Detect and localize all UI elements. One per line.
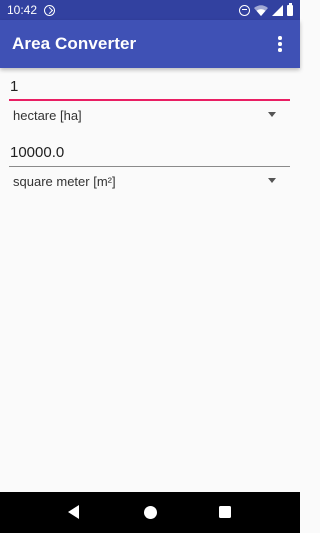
screen: 10:42 Area Converter 1 hectare [ha] 1000…: [0, 0, 300, 533]
from-value-input[interactable]: 1: [9, 77, 290, 101]
back-icon[interactable]: [68, 505, 79, 519]
more-vert-icon: [278, 36, 282, 40]
app-bar: Area Converter: [0, 20, 300, 68]
to-input-underline: [9, 166, 290, 167]
from-input-underline: [9, 99, 290, 101]
dropdown-arrow-icon: [268, 112, 276, 117]
to-unit-label: square meter [m²]: [13, 173, 116, 189]
dropdown-arrow-icon: [268, 178, 276, 183]
wifi-icon: [254, 4, 268, 16]
from-unit-spinner[interactable]: hectare [ha]: [9, 102, 290, 128]
recents-icon[interactable]: [219, 506, 231, 518]
navigation-bar: [0, 492, 300, 533]
signal-icon: [272, 4, 283, 16]
to-unit-spinner[interactable]: square meter [m²]: [9, 168, 290, 194]
sync-icon: [44, 4, 56, 16]
status-bar: 10:42: [0, 0, 300, 20]
from-unit-label: hectare [ha]: [13, 107, 82, 123]
to-value-field[interactable]: 10000.0: [9, 143, 290, 167]
from-value-text[interactable]: 1: [9, 77, 290, 97]
do-not-disturb-icon: [239, 4, 250, 16]
status-icons: [239, 3, 294, 16]
app-title: Area Converter: [12, 34, 137, 53]
more-options-button[interactable]: [268, 32, 292, 56]
home-icon[interactable]: [144, 506, 157, 519]
status-time: 10:42: [7, 3, 38, 17]
to-value-text[interactable]: 10000.0: [9, 143, 290, 163]
battery-icon: [287, 3, 293, 16]
